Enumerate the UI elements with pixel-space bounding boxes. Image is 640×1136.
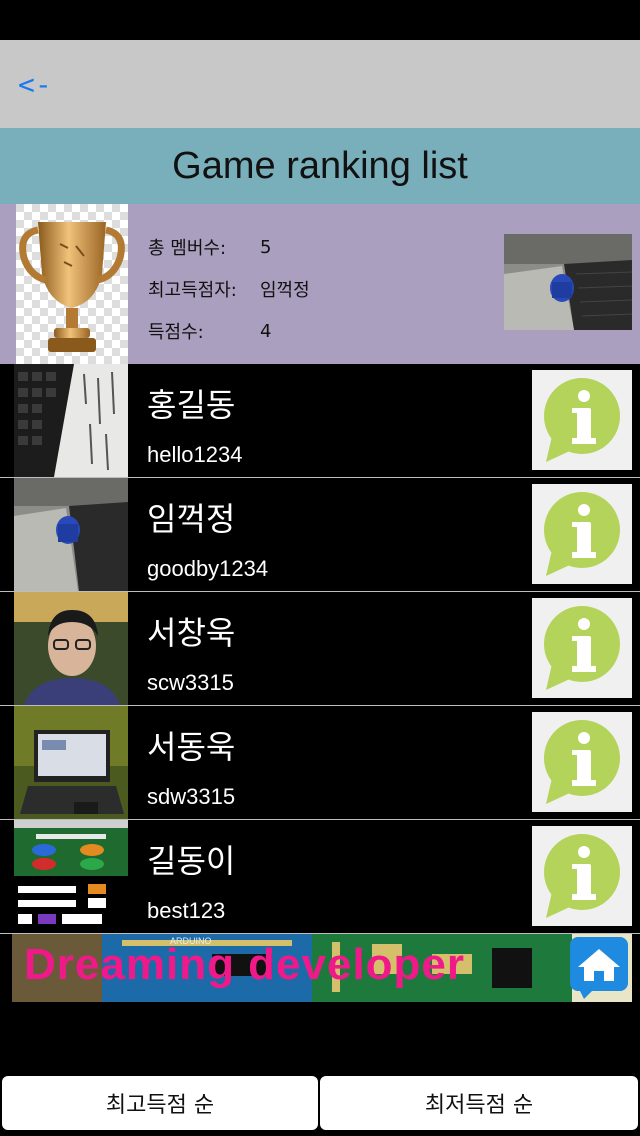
player-thumbnail	[14, 820, 128, 933]
info-icon	[544, 378, 620, 462]
info-icon	[544, 492, 620, 576]
member-count-value: 5	[260, 236, 272, 258]
title-bar: Game ranking list	[0, 128, 640, 204]
top-scorer-label: 최고득점자:	[148, 280, 237, 301]
player-thumbnail	[14, 592, 128, 705]
member-count-row: 총 멤버수: 5	[148, 226, 310, 268]
summary-stats: 총 멤버수: 5 최고득점자: 임꺽정 득점수: 4	[148, 226, 310, 352]
info-button[interactable]	[532, 484, 632, 584]
info-button[interactable]	[532, 712, 632, 812]
player-name: 임꺽정	[147, 500, 236, 538]
ad-banner[interactable]: ARDUINO Dreaming developer	[12, 934, 632, 1002]
info-icon	[544, 834, 620, 918]
sort-low-score-button[interactable]: 최저득점 순	[318, 1074, 640, 1132]
navigation-bar: <-	[0, 40, 640, 128]
list-item[interactable]: 서동욱 sdw3315	[0, 706, 640, 820]
list-item[interactable]: 길동이 best123	[0, 820, 640, 934]
player-id: hello1234	[147, 442, 243, 467]
list-item[interactable]: 서창욱 scw3315	[0, 592, 640, 706]
score-row: 득점수: 4	[148, 310, 310, 352]
top-scorer-row: 최고득점자: 임꺽정	[148, 268, 310, 310]
player-name: 홍길동	[147, 386, 236, 424]
info-button[interactable]	[532, 370, 632, 470]
player-name: 서창욱	[147, 614, 236, 652]
player-name: 길동이	[147, 842, 236, 880]
info-icon	[544, 720, 620, 804]
list-item[interactable]: 홍길동 hello1234	[0, 364, 640, 478]
top-scorer-photo	[504, 234, 633, 330]
player-name: 서동욱	[147, 728, 236, 766]
list-item[interactable]: 임꺽정 goodby1234	[0, 478, 640, 592]
home-icon	[570, 937, 628, 999]
player-thumbnail	[14, 478, 128, 591]
sort-high-score-button[interactable]: 최고득점 순	[0, 1074, 320, 1132]
summary-panel: 총 멤버수: 5 최고득점자: 임꺽정 득점수: 4	[0, 204, 640, 364]
trophy-image	[16, 204, 128, 364]
info-button[interactable]	[532, 826, 632, 926]
player-id: scw3315	[147, 670, 234, 695]
back-button[interactable]: <-	[18, 68, 52, 101]
player-id: sdw3315	[147, 784, 236, 809]
member-count-label: 총 멤버수:	[148, 238, 227, 259]
player-id: best123	[147, 898, 226, 923]
score-value: 4	[260, 320, 272, 342]
sort-bar: 최고득점 순 최저득점 순	[0, 1074, 640, 1136]
ranking-list: 홍길동 hello1234 임꺽정 goodby1234 서창욱 scw3315…	[0, 364, 640, 934]
status-bar	[0, 0, 640, 40]
player-thumbnail	[14, 364, 128, 477]
score-label: 득점수:	[148, 322, 204, 343]
player-thumbnail	[14, 706, 128, 819]
banner-title: Dreaming developer	[24, 940, 466, 989]
top-scorer-value: 임꺽정	[260, 280, 310, 301]
player-id: goodby1234	[147, 556, 269, 581]
info-icon	[544, 606, 620, 690]
info-button[interactable]	[532, 598, 632, 698]
page-title: Game ranking list	[172, 144, 468, 187]
home-button[interactable]	[570, 937, 628, 999]
